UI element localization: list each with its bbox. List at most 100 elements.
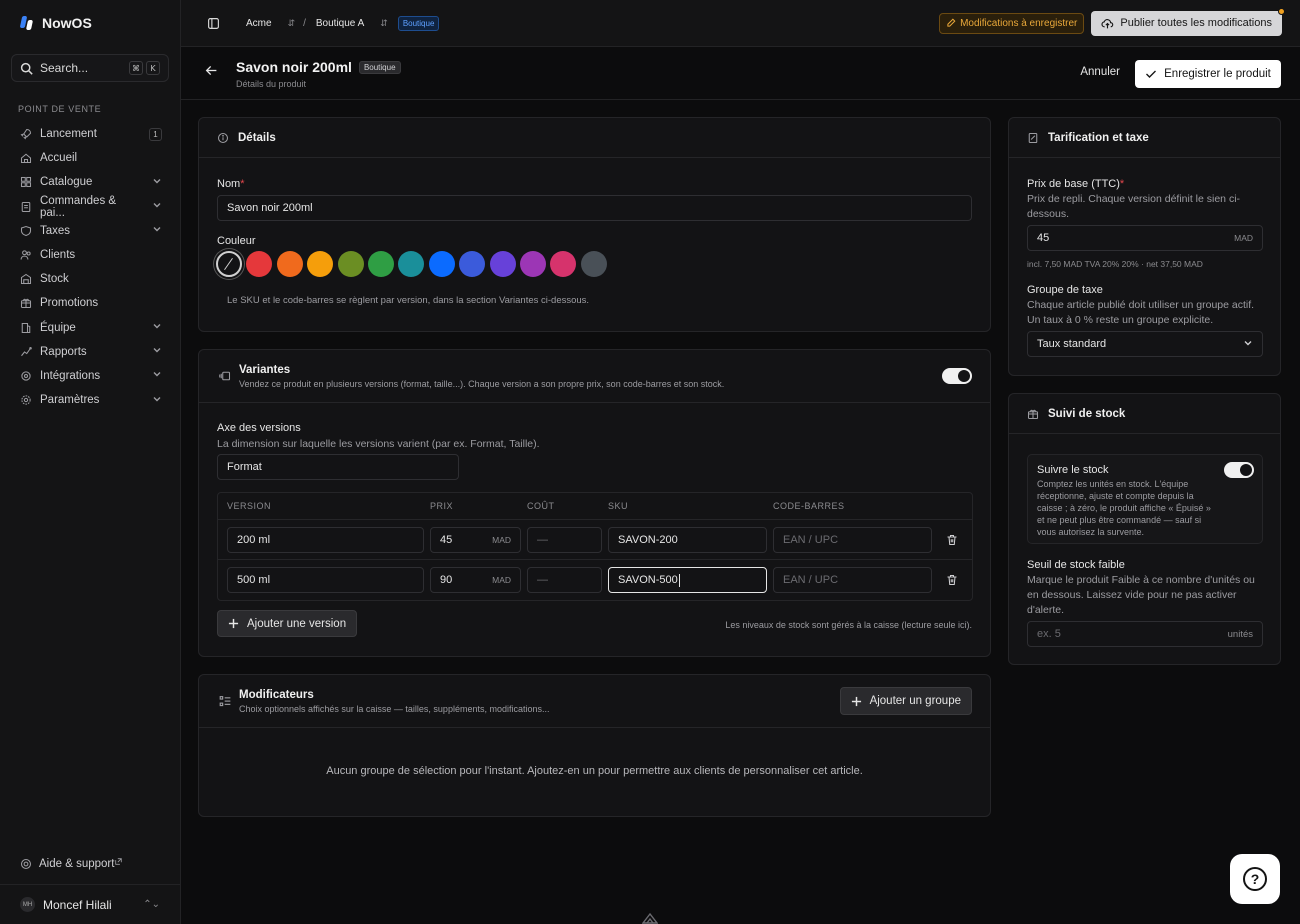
col-version: VERSION	[227, 501, 272, 511]
trash-icon[interactable]	[932, 534, 972, 546]
org-selector[interactable]: Acme ⇵	[246, 18, 295, 29]
version-field[interactable]: 200 ml	[227, 526, 424, 553]
sidebar-item-label: Stock	[40, 273, 69, 286]
price-value: 45	[440, 533, 453, 546]
pending-changes-badge[interactable]: Modifications à enregistrer	[939, 12, 1085, 34]
plug-icon	[20, 370, 32, 382]
sku-note: Le SKU et le code-barres se règlent par …	[227, 295, 590, 306]
pricing-card-header: Tarification et taxe	[1009, 118, 1280, 158]
color-swatch[interactable]	[337, 251, 364, 277]
help-fab-button[interactable]: ?	[1230, 854, 1280, 904]
base-price-field[interactable]: 45 MAD	[1027, 225, 1263, 251]
color-swatch[interactable]	[459, 251, 486, 277]
brand[interactable]: NowOS	[19, 15, 92, 31]
sidebar-item-lancement[interactable]: Lancement 1	[11, 122, 171, 146]
back-arrow-icon[interactable]	[205, 64, 218, 80]
variants-toggle[interactable]	[942, 368, 972, 384]
sidebar-item-taxes[interactable]: Taxes	[11, 219, 171, 243]
sku-field[interactable]: SAVON-500	[608, 567, 767, 593]
tax-group-select[interactable]: Taux standard	[1027, 331, 1263, 357]
color-swatch-none[interactable]	[216, 251, 242, 277]
stock-title: Suivi de stock	[1048, 407, 1126, 420]
color-swatch[interactable]	[489, 251, 516, 277]
name-field[interactable]: Savon noir 200ml	[217, 195, 972, 221]
track-stock-help: Comptez les unités en stock. L'équipe ré…	[1037, 479, 1211, 537]
color-swatch[interactable]	[307, 251, 334, 277]
color-swatch[interactable]	[276, 251, 303, 277]
col-price: PRIX	[430, 501, 454, 511]
grid-icon	[20, 176, 32, 188]
search-input[interactable]: Search... ⌘ K	[11, 54, 169, 82]
check-icon	[1146, 70, 1157, 78]
axis-help: La dimension sur laquelle les versions v…	[217, 438, 540, 450]
add-group-button[interactable]: Ajouter un groupe	[839, 687, 972, 715]
color-swatch[interactable]	[367, 251, 394, 277]
sidebar-item-equipe[interactable]: Équipe	[11, 316, 171, 340]
sku-value: SAVON-500	[618, 574, 678, 586]
price-field[interactable]: 45 MAD	[430, 526, 521, 553]
modifiers-description: Choix optionnels affichés sur la caisse …	[239, 704, 550, 714]
chevron-updown-icon: ⇵	[287, 17, 296, 28]
modifiers-card-header: Modificateurs Choix optionnels affichés …	[199, 675, 990, 728]
sidebar-item-parametres[interactable]: Paramètres	[11, 388, 171, 412]
modifiers-card: Modificateurs Choix optionnels affichés …	[198, 674, 991, 817]
sku-field[interactable]: SAVON-200	[608, 526, 767, 553]
chevron-down-icon	[152, 369, 162, 382]
stock-readonly-note: Les niveaux de stock sont gérés à la cai…	[725, 620, 972, 630]
price-field[interactable]: 90 MAD	[430, 567, 521, 593]
user-name: Moncef Hilali	[43, 897, 112, 912]
lifebuoy-icon	[20, 858, 32, 870]
color-swatch[interactable]	[519, 251, 546, 277]
publish-all-button[interactable]: Publier toutes les modifications	[1091, 7, 1285, 36]
user-menu[interactable]: MH Moncef Hilali ⌃⌄	[0, 884, 180, 924]
barcode-field[interactable]: EAN / UPC	[773, 526, 932, 553]
color-swatch[interactable]	[398, 251, 425, 277]
color-swatch[interactable]	[246, 251, 273, 277]
color-swatch[interactable]	[580, 251, 607, 277]
barcode-field[interactable]: EAN / UPC	[773, 567, 932, 593]
chevron-down-icon	[152, 345, 162, 358]
chevron-down-icon	[152, 200, 162, 213]
footer-logo-icon	[642, 912, 658, 924]
sidebar-toggle-icon[interactable]	[207, 17, 220, 30]
cost-field[interactable]: —	[527, 526, 602, 553]
count-badge: 1	[149, 127, 162, 141]
sidebar-item-label: Intégrations	[40, 369, 101, 382]
chevron-down-icon	[152, 321, 162, 334]
axis-field[interactable]: Format	[217, 454, 459, 480]
sidebar-item-integrations[interactable]: Intégrations	[11, 364, 171, 388]
sidebar-item-clients[interactable]: Clients	[11, 243, 171, 267]
version-field[interactable]: 500 ml	[227, 567, 424, 593]
store-selector[interactable]: Boutique A ⇵	[316, 18, 388, 29]
sidebar-item-promotions[interactable]: Promotions	[11, 291, 171, 315]
chevron-updown-icon: ⌃⌄	[143, 899, 160, 910]
help-support-link[interactable]: Aide & support	[20, 857, 123, 870]
pricing-title: Tarification et taxe	[1048, 131, 1149, 144]
low-stock-field[interactable]: ex. 5 unités	[1027, 621, 1263, 647]
sidebar-item-commandes[interactable]: Commandes & pai...	[11, 195, 171, 219]
add-version-label: Ajouter une version	[247, 617, 347, 630]
search-icon	[20, 62, 33, 75]
details-card-header: Détails	[199, 118, 990, 158]
cost-field[interactable]: —	[527, 567, 602, 593]
color-swatch[interactable]	[550, 251, 577, 277]
sidebar-item-accueil[interactable]: Accueil	[11, 146, 171, 170]
save-product-button[interactable]: Enregistrer le produit	[1135, 60, 1281, 88]
sidebar-item-stock[interactable]: Stock	[11, 267, 171, 291]
sidebar-item-label: Équipe	[40, 321, 76, 334]
chevron-down-icon	[152, 394, 162, 407]
sidebar-item-rapports[interactable]: Rapports	[11, 340, 171, 364]
add-version-button[interactable]: Ajouter une version	[217, 610, 358, 637]
receipt-icon	[20, 201, 32, 213]
list-checks-icon	[219, 695, 232, 711]
color-swatch[interactable]	[428, 251, 455, 277]
receipt-icon	[1027, 132, 1039, 144]
trash-icon[interactable]	[932, 574, 972, 586]
axis-value: Format	[227, 461, 262, 473]
publish-all-label: Publier toutes les modifications	[1120, 17, 1272, 29]
store-name: Boutique A	[315, 17, 365, 29]
low-stock-help: Marque le produit Faible à ce nombre d'u…	[1027, 574, 1255, 616]
cancel-button[interactable]: Annuler	[1080, 66, 1120, 78]
sidebar-item-catalogue[interactable]: Catalogue	[11, 170, 171, 194]
track-stock-toggle[interactable]	[1224, 462, 1254, 478]
